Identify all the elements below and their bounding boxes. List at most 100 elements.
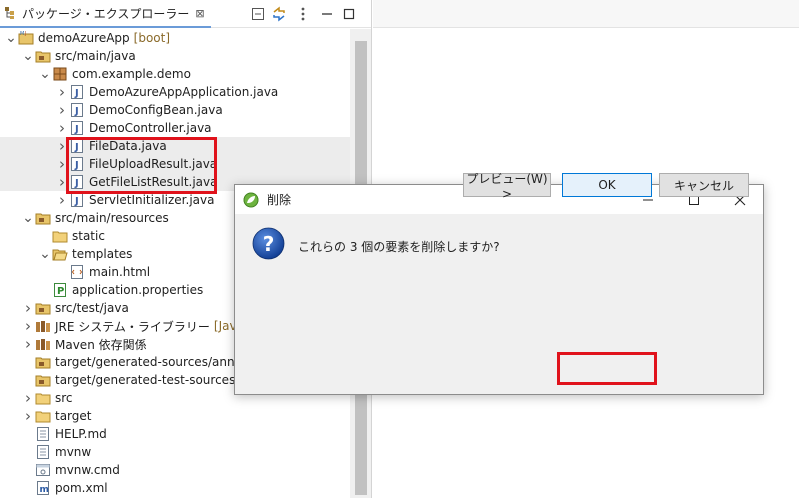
chevron-right-icon[interactable]: › xyxy=(55,137,69,155)
library-icon xyxy=(35,336,51,352)
ok-button[interactable]: OK xyxy=(562,173,652,197)
dialog-body: ? これらの 3 個の要素を削除しますか? xyxy=(235,214,763,394)
explorer-tab-title: パッケージ・エクスプローラー xyxy=(22,6,190,21)
tree-item[interactable]: HELP.md xyxy=(0,425,350,443)
explorer-tab[interactable]: パッケージ・エクスプローラー ⊠ xyxy=(0,0,211,28)
tree-item[interactable]: m pom.xml xyxy=(0,479,350,497)
tree-item-label: static xyxy=(72,229,105,243)
source-folder-icon xyxy=(35,48,51,64)
svg-text:J: J xyxy=(74,160,79,171)
svg-text:J: J xyxy=(74,196,79,207)
chevron-down-icon[interactable]: ⌄ xyxy=(4,29,18,47)
tree-item-label: FileData.java xyxy=(89,139,167,153)
question-icon: ? xyxy=(252,227,285,260)
spring-leaf-icon xyxy=(243,192,259,208)
chevron-down-icon[interactable]: ⌄ xyxy=(21,209,35,227)
svg-text:J: J xyxy=(74,88,79,99)
svg-text:?: ? xyxy=(263,232,275,256)
cancel-button[interactable]: キャンセル xyxy=(659,173,749,197)
svg-text:P: P xyxy=(57,286,64,297)
tree-item-label: pom.xml xyxy=(55,481,108,495)
chevron-right-icon[interactable]: › xyxy=(21,335,35,353)
minimize-view-icon[interactable] xyxy=(319,6,335,22)
tree-item[interactable]: ⌄ com.example.demo xyxy=(0,65,350,83)
java-file-icon: J xyxy=(69,156,85,172)
java-file-icon: J xyxy=(69,138,85,154)
text-file-icon xyxy=(35,444,51,460)
tree-item[interactable]: › target xyxy=(0,407,350,425)
project-icon: MJ xyxy=(18,30,34,46)
folder-icon xyxy=(52,228,68,244)
tree-item-label: DemoConfigBean.java xyxy=(89,103,223,117)
chevron-right-icon[interactable]: › xyxy=(21,407,35,425)
tab-close-icon[interactable]: ⊠ xyxy=(195,7,204,20)
tree-item[interactable]: mvnw.cmd xyxy=(0,461,350,479)
chevron-down-icon[interactable]: ⌄ xyxy=(38,245,52,263)
tree-item[interactable]: ⌄ M J demoAzureApp [boot] xyxy=(0,29,350,47)
chevron-right-icon[interactable]: › xyxy=(21,299,35,317)
tree-item-decoration: [boot] xyxy=(133,31,171,45)
dialog-message: これらの 3 個の要素を削除しますか? xyxy=(298,240,500,254)
tree-item-label: src/test/java xyxy=(55,301,129,315)
tree-item-label: src xyxy=(55,391,73,405)
chevron-right-icon[interactable]: › xyxy=(55,83,69,101)
maximize-view-icon[interactable] xyxy=(341,6,357,22)
collapse-all-icon[interactable] xyxy=(250,6,266,22)
tree-item[interactable]: ⌄ src/main/java xyxy=(0,47,350,65)
tree-item-label: HELP.md xyxy=(55,427,107,441)
chevron-right-icon[interactable]: › xyxy=(21,317,35,335)
chevron-right-icon[interactable]: › xyxy=(55,101,69,119)
tree-item[interactable]: › J DemoAzureAppApplication.java xyxy=(0,83,350,101)
tree-item-label: mvnw xyxy=(55,445,92,459)
properties-file-icon: P xyxy=(52,282,68,298)
tree-item[interactable]: › J FileUploadResult.java xyxy=(0,155,350,173)
svg-text:J: J xyxy=(74,142,79,153)
editor-tab-strip xyxy=(373,0,799,28)
folder-open-icon xyxy=(52,246,68,262)
tree-item-label: demoAzureApp xyxy=(38,31,130,45)
html-file-icon xyxy=(69,264,85,280)
tree-item-label: templates xyxy=(72,247,133,261)
tree-item[interactable]: › J DemoController.java xyxy=(0,119,350,137)
chevron-right-icon[interactable]: › xyxy=(55,173,69,191)
java-file-icon: J xyxy=(69,192,85,208)
link-with-editor-icon[interactable] xyxy=(271,6,287,22)
source-folder-icon xyxy=(35,354,51,370)
chevron-right-icon[interactable]: › xyxy=(21,389,35,407)
xml-file-icon: m xyxy=(35,480,51,496)
dialog-title: 削除 xyxy=(267,193,292,207)
chevron-right-icon[interactable]: › xyxy=(55,191,69,209)
tree-item[interactable]: mvnw xyxy=(0,443,350,461)
tree-item-label: ServletInitializer.java xyxy=(89,193,215,207)
svg-text:J: J xyxy=(74,106,79,117)
chevron-right-icon[interactable]: › xyxy=(55,119,69,137)
package-icon xyxy=(52,66,68,82)
chevron-down-icon[interactable]: ⌄ xyxy=(21,47,35,65)
cmd-file-icon xyxy=(35,462,51,478)
tree-item-label: application.properties xyxy=(72,283,204,297)
explorer-header: パッケージ・エクスプローラー ⊠ xyxy=(0,0,371,28)
delete-dialog: 削除 ? これらの 3 個の要素を削除しますか? xyxy=(234,184,764,395)
tree-item[interactable]: › J FileData.java xyxy=(0,137,350,155)
view-menu-icon[interactable] xyxy=(295,6,311,22)
tree-item-label: target xyxy=(55,409,92,423)
source-folder-icon xyxy=(35,300,51,316)
tree-item-label: DemoController.java xyxy=(89,121,212,135)
tree-item[interactable]: › J DemoConfigBean.java xyxy=(0,101,350,119)
tree-item-label: Maven 依存関係 xyxy=(55,337,147,352)
java-file-icon: J xyxy=(69,174,85,190)
tree-item-label: mvnw.cmd xyxy=(55,463,120,477)
library-icon xyxy=(35,318,51,334)
source-folder-icon xyxy=(35,210,51,226)
package-explorer-icon xyxy=(4,6,18,20)
chevron-down-icon[interactable]: ⌄ xyxy=(38,65,52,83)
java-file-icon: J xyxy=(69,102,85,118)
preview-button[interactable]: プレビュー(W) > xyxy=(463,172,551,201)
chevron-right-icon[interactable]: › xyxy=(55,155,69,173)
